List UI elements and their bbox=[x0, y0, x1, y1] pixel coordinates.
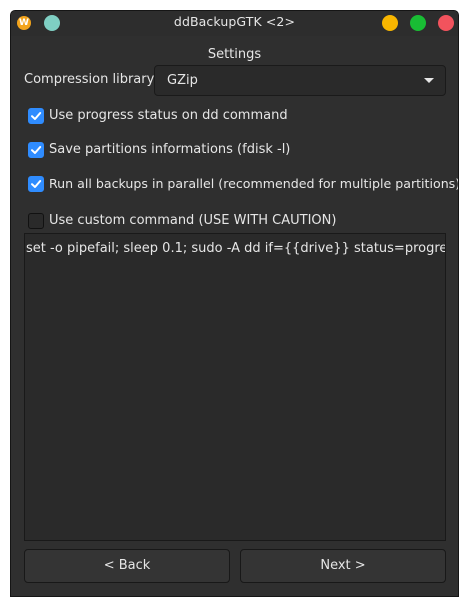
parallel-backups-checkbox[interactable] bbox=[28, 176, 44, 192]
back-button[interactable]: < Back bbox=[24, 549, 230, 583]
minimize-button[interactable] bbox=[382, 15, 398, 31]
close-button[interactable] bbox=[438, 15, 454, 31]
checkmark-icon bbox=[31, 146, 42, 154]
next-button[interactable]: Next > bbox=[240, 549, 446, 583]
settings-heading: Settings bbox=[207, 47, 262, 62]
progress-status-label: Use progress status on dd command bbox=[49, 108, 288, 123]
maximize-button[interactable] bbox=[410, 15, 426, 31]
progress-status-checkbox[interactable] bbox=[28, 108, 44, 124]
titlebar[interactable]: W ddBackupGTK <2> bbox=[11, 11, 458, 36]
compression-dropdown[interactable]: GZip bbox=[154, 65, 446, 96]
app-window: W ddBackupGTK <2> Settings Compression l… bbox=[10, 10, 459, 597]
parallel-backups-label: Run all backups in parallel (recommended… bbox=[49, 176, 459, 191]
custom-command-text: set -o pipefail; sleep 0.1; sudo -A dd i… bbox=[26, 241, 445, 256]
dropdown-arrow-icon bbox=[424, 78, 434, 83]
save-partitions-checkbox[interactable] bbox=[28, 142, 44, 158]
compression-label: Compression library: bbox=[24, 72, 158, 87]
checkmark-icon bbox=[31, 180, 42, 188]
custom-command-label: Use custom command (USE WITH CAUTION) bbox=[49, 213, 337, 228]
checkmark-icon bbox=[31, 112, 42, 120]
custom-command-textarea[interactable]: set -o pipefail; sleep 0.1; sudo -A dd i… bbox=[24, 233, 446, 541]
save-partitions-label: Save partitions informations (fdisk -l) bbox=[49, 142, 291, 157]
compression-selected-value: GZip bbox=[167, 73, 198, 88]
custom-command-checkbox[interactable] bbox=[28, 213, 44, 229]
